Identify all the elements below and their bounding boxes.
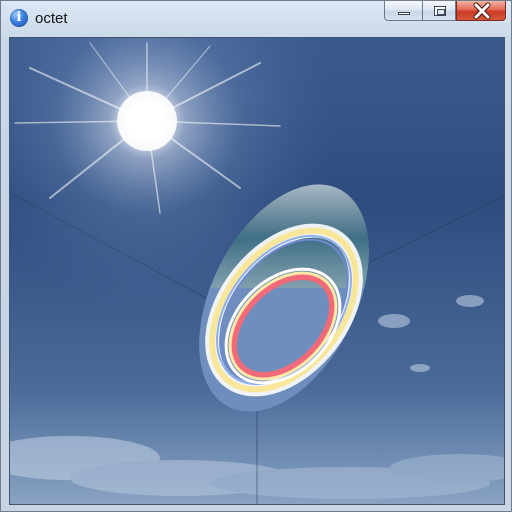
app-window: i octet: [0, 0, 512, 512]
close-button[interactable]: [456, 1, 506, 21]
info-icon: i: [10, 9, 28, 27]
close-icon: [473, 2, 491, 20]
window-title: octet: [35, 10, 68, 27]
sun-core: [127, 101, 167, 141]
scene-canvas: [10, 38, 504, 504]
title-bar[interactable]: i octet: [1, 1, 512, 37]
minimize-icon: [398, 12, 410, 15]
minimize-button[interactable]: [384, 1, 423, 21]
window-frame: i octet: [0, 0, 512, 512]
render-viewport[interactable]: [9, 37, 505, 505]
info-glyph: i: [16, 10, 22, 25]
maximize-icon: [434, 6, 446, 16]
maximize-button[interactable]: [422, 1, 456, 21]
